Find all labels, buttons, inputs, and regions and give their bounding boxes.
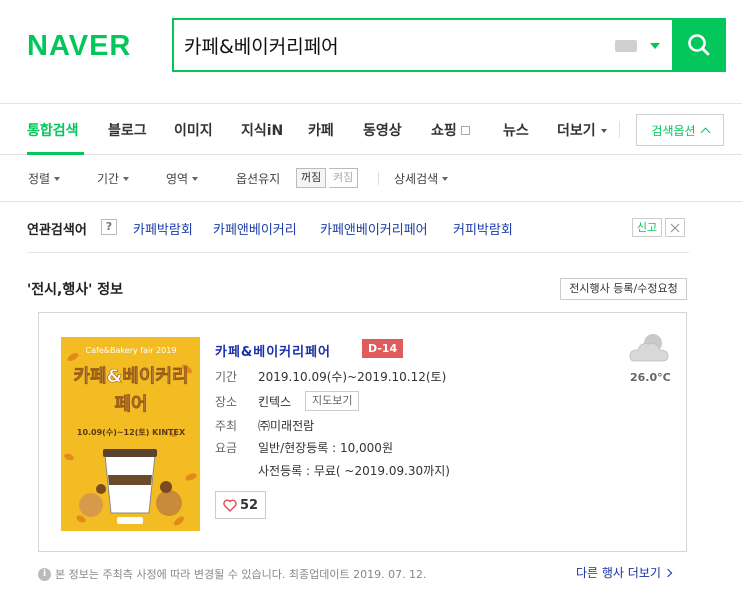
keyboard-icon[interactable] <box>615 40 637 52</box>
host-value: ㈜미래전람 <box>258 419 315 433</box>
tab-blog[interactable]: 블로그 <box>108 120 147 140</box>
fee-value: 일반/현장등록 : 10,000원 <box>258 441 393 455</box>
related-link[interactable]: 카페앤베이커리페어 <box>320 219 428 238</box>
chevron-down-icon <box>123 177 130 181</box>
tab-cafe[interactable]: 카페 <box>308 120 334 140</box>
search-button[interactable] <box>672 18 726 72</box>
cloud-icon <box>629 334 669 362</box>
keep-options-off[interactable]: 꺼짐 <box>296 168 327 188</box>
info-period: 기간 2019.10.09(수)~2019.10.12(토) <box>215 368 446 385</box>
event-card: Cafe&Bakery fair 2019 카페&베이커리 페어 10.09(수… <box>38 312 687 552</box>
filter-advanced-label: 상세검색 <box>394 172 439 186</box>
naver-logo[interactable]: NAVER <box>27 30 131 63</box>
info-fee: 요금 일반/현장등록 : 10,000원 <box>215 439 393 456</box>
fee-label: 요금 <box>215 441 238 455</box>
period-value: 2019.10.09(수)~2019.10.12(토) <box>258 370 447 384</box>
map-button[interactable]: 지도보기 <box>305 391 360 411</box>
update-note-text: 본 정보는 주최측 사정에 따라 변경될 수 있습니다. 최종업데이트 2019… <box>55 568 427 581</box>
related-searches: 연관검색어 ? 카페박람회 카페앤베이커리 카페앤베이커리페어 커피박람회 신고 <box>27 215 689 253</box>
tab-more-label: 더보기 <box>557 123 596 139</box>
fee-pre-value: 사전등록 : 무료( ~2019.09.30까지) <box>258 464 450 478</box>
chevron-down-icon <box>600 129 607 133</box>
event-poster[interactable]: Cafe&Bakery fair 2019 카페&베이커리 페어 10.09(수… <box>61 337 200 531</box>
related-title: 연관검색어 <box>27 223 87 238</box>
filter-area[interactable]: 영역 <box>166 170 199 187</box>
poster-title: 페어 <box>114 394 147 415</box>
poster-title: 카페&베이커리 <box>73 366 188 387</box>
related-link[interactable]: 카페앤베이커리 <box>213 219 297 238</box>
report-button[interactable]: 신고 <box>632 218 662 237</box>
chevron-down-icon <box>442 177 449 181</box>
update-note: i 본 정보는 주최측 사정에 따라 변경될 수 있습니다. 최종업데이트 20… <box>38 566 427 582</box>
like-count: 52 <box>239 497 259 513</box>
divider <box>619 121 620 138</box>
tab-kin[interactable]: 지식iN <box>241 120 283 140</box>
section-title: '전시,행사' 정보 <box>27 282 124 298</box>
keep-options-label: 옵션유지 <box>236 172 281 186</box>
autocomplete-toggle-icon[interactable] <box>650 43 660 49</box>
help-icon[interactable]: ? <box>101 219 117 235</box>
event-request-button[interactable]: 전시행사 등록/수정요청 <box>560 278 687 300</box>
filter-sort[interactable]: 정렬 <box>28 170 61 187</box>
chevron-down-icon <box>192 177 199 181</box>
info-venue: 장소 킨텍스 <box>215 393 291 410</box>
like-button[interactable]: 52 <box>215 491 266 519</box>
info-fee-pre: 사전등록 : 무료( ~2019.09.30까지) <box>215 462 450 479</box>
temperature: 26.0°C <box>630 371 671 384</box>
filter-period-label: 기간 <box>97 172 120 186</box>
tab-image[interactable]: 이미지 <box>174 120 213 140</box>
dday-badge: D-14 <box>362 339 404 358</box>
filter-advanced[interactable]: 상세검색 <box>394 170 449 187</box>
more-events-link[interactable]: 다른 행사 더보기 <box>576 564 673 581</box>
tab-video[interactable]: 동영상 <box>363 120 402 140</box>
search-options-label: 검색옵션 <box>651 123 696 138</box>
search-tabs: 통합검색 블로그 이미지 지식iN 카페 동영상 쇼핑 뉴스 더보기 검색옵션 <box>0 103 742 155</box>
external-icon <box>460 126 470 135</box>
tab-shopping[interactable]: 쇼핑 <box>431 120 470 140</box>
search-options-button[interactable]: 검색옵션 <box>636 114 724 146</box>
search-icon <box>688 34 710 56</box>
poster-dates: 10.09(수)~12(토) KINTEX <box>77 428 186 437</box>
filter-period[interactable]: 기간 <box>97 170 130 187</box>
close-icon <box>670 223 680 232</box>
venue-value[interactable]: 킨텍스 <box>258 395 291 409</box>
chevron-up-icon <box>700 127 711 137</box>
info-icon: i <box>38 567 51 581</box>
info-host: 주최 ㈜미래전람 <box>215 417 314 434</box>
venue-label: 장소 <box>215 395 238 409</box>
host-label: 주최 <box>215 419 238 433</box>
related-link[interactable]: 커피박람회 <box>453 219 513 238</box>
event-title-link[interactable]: 카페&베이커리페어 <box>215 341 331 360</box>
chevron-right-icon <box>663 568 673 578</box>
heart-icon <box>223 499 237 512</box>
filter-sort-label: 정렬 <box>28 172 51 186</box>
search-input[interactable] <box>184 30 604 60</box>
related-link[interactable]: 카페박람회 <box>133 219 193 238</box>
period-label: 기간 <box>215 370 238 384</box>
divider <box>378 172 379 185</box>
filter-area-label: 영역 <box>166 172 189 186</box>
close-button[interactable] <box>665 218 685 237</box>
search-bar <box>172 18 726 72</box>
chevron-down-icon <box>54 177 61 181</box>
tab-news[interactable]: 뉴스 <box>503 120 529 140</box>
poster-top-label: Cafe&Bakery fair 2019 <box>86 346 177 355</box>
poster-art: Cafe&Bakery fair 2019 카페&베이커리 페어 10.09(수… <box>61 337 200 531</box>
more-events-label: 다른 행사 더보기 <box>576 566 661 580</box>
keep-options-on[interactable]: 켜짐 <box>329 168 359 188</box>
search-filters: 정렬 기간 영역 옵션유지 꺼짐 켜짐 상세검색 <box>0 155 742 202</box>
tab-more[interactable]: 더보기 <box>557 120 607 140</box>
tab-shopping-label: 쇼핑 <box>431 123 457 139</box>
tab-integrated[interactable]: 통합검색 <box>27 120 79 140</box>
